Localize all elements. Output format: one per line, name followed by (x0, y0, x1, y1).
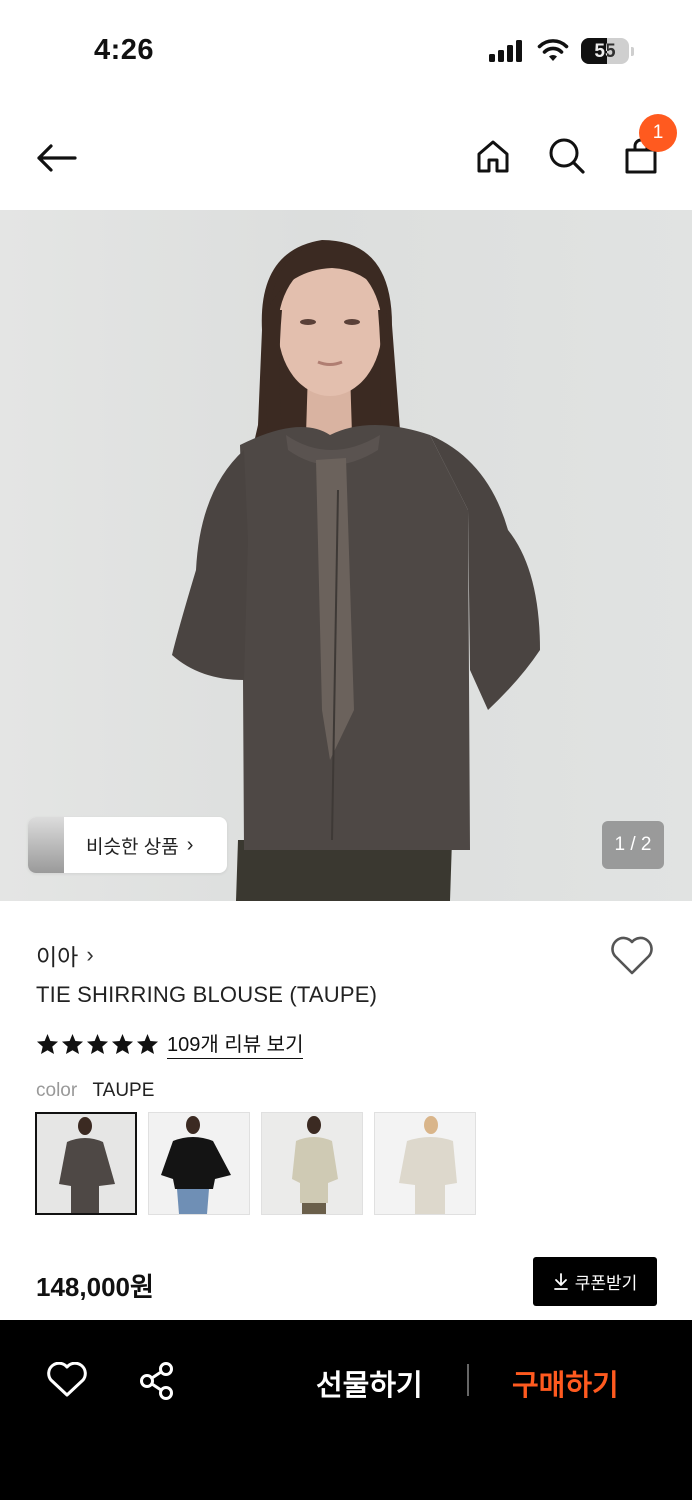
wishlist-button[interactable] (610, 936, 654, 980)
search-button[interactable] (547, 134, 587, 178)
buy-button[interactable]: 구매하기 (512, 1362, 619, 1404)
cart-count-badge: 1 (639, 114, 677, 152)
bottom-divider (467, 1364, 469, 1396)
review-link[interactable]: 109개 리뷰 보기 (167, 1028, 304, 1059)
search-icon (549, 138, 585, 174)
color-swatch-taupe[interactable] (35, 1112, 137, 1215)
star-icon (86, 1033, 109, 1054)
similar-products-label: 비슷한 상품 (86, 836, 179, 858)
similar-products-button[interactable]: 비슷한 상품 › (28, 817, 227, 873)
color-swatches (35, 1112, 476, 1215)
swatch-image (149, 1113, 249, 1214)
coupon-label: 쿠폰받기 (574, 1274, 638, 1293)
arrow-left-icon (37, 144, 77, 172)
color-swatch-beige[interactable] (261, 1112, 363, 1215)
heart-icon (47, 1361, 87, 1397)
home-button[interactable] (473, 134, 513, 178)
back-button[interactable] (32, 136, 80, 180)
battery-level: 55 (594, 41, 616, 62)
product-name: TIE SHIRRING BLOUSE (TAUPE) (36, 982, 378, 1007)
rating-row: 109개 리뷰 보기 (36, 1028, 304, 1059)
swatch-image (262, 1113, 362, 1214)
color-row: color TAUPE (36, 1080, 154, 1102)
wifi-icon (537, 39, 569, 61)
color-swatch-black[interactable] (148, 1112, 250, 1215)
star-icon (36, 1033, 59, 1054)
color-label: color (36, 1080, 78, 1101)
chevron-right-icon: › (86, 942, 94, 967)
star-icon (136, 1033, 159, 1054)
share-icon (140, 1362, 173, 1400)
coupon-download-button[interactable]: 쿠폰받기 (533, 1257, 657, 1306)
rating-stars (36, 1033, 159, 1055)
brand-name: 이아 (36, 944, 79, 970)
swatch-image (375, 1113, 475, 1214)
swatch-image (37, 1114, 135, 1213)
star-icon (111, 1033, 134, 1054)
status-time: 4:26 (94, 34, 155, 66)
status-icons: 55 (489, 38, 634, 64)
home-icon (477, 140, 509, 173)
similar-products-thumbnail (28, 817, 64, 873)
product-price: 148,000원 (36, 1272, 154, 1302)
signal-icon (489, 40, 522, 62)
bottom-wishlist-button[interactable] (47, 1361, 87, 1402)
star-icon (61, 1033, 84, 1054)
color-value: TAUPE (92, 1080, 155, 1101)
product-image[interactable]: 비슷한 상품 › 1 / 2 (0, 210, 692, 901)
bottom-action-bar: 선물하기 구매하기 (0, 1320, 692, 1500)
battery-icon: 55 (581, 38, 629, 64)
model-photo (172, 240, 540, 901)
download-icon (553, 1272, 568, 1290)
color-swatch-ivory[interactable] (374, 1112, 476, 1215)
chevron-right-icon: › (186, 833, 194, 856)
share-button[interactable] (138, 1361, 176, 1401)
gift-button[interactable]: 선물하기 (316, 1362, 423, 1404)
battery-tip (631, 46, 634, 56)
brand-link[interactable]: 이아 › (36, 938, 94, 972)
heart-icon (611, 936, 653, 975)
top-navigation: 1 (0, 110, 692, 206)
image-page-indicator: 1 / 2 (602, 821, 664, 869)
status-bar: 4:26 55 (0, 0, 692, 100)
